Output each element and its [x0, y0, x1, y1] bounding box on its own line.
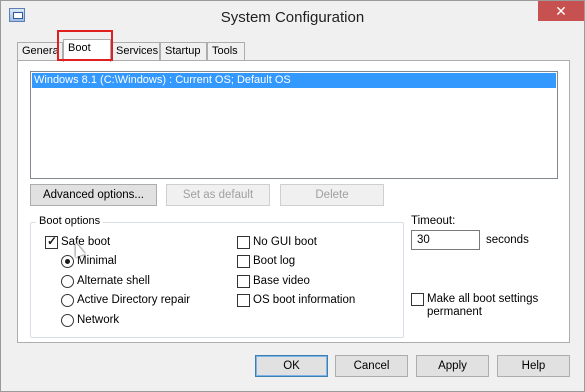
base-video-label[interactable]: Base video: [253, 275, 310, 287]
os-list[interactable]: Windows 8.1 (C:\Windows) : Current OS; D…: [30, 71, 558, 179]
alternate-shell-label[interactable]: Alternate shell: [77, 275, 150, 287]
tab-tools[interactable]: Tools: [207, 42, 245, 61]
timeout-input[interactable]: 30: [411, 230, 480, 250]
tab-services[interactable]: Services: [111, 42, 160, 61]
safe-boot-label[interactable]: Safe boot: [61, 236, 110, 248]
network-label[interactable]: Network: [77, 314, 119, 326]
boot-log-checkbox[interactable]: [237, 255, 250, 268]
active-directory-repair-radio[interactable]: [61, 294, 74, 307]
tab-general[interactable]: Genera: [17, 42, 63, 61]
active-directory-repair-label[interactable]: Active Directory repair: [77, 294, 190, 306]
boot-options-label: Boot options: [36, 215, 104, 227]
no-gui-boot-checkbox[interactable]: [237, 236, 250, 249]
system-configuration-window: System Configuration ✕ Genera Boot Servi…: [0, 0, 585, 392]
advanced-options-button[interactable]: Advanced options...: [30, 184, 157, 206]
no-gui-boot-label[interactable]: No GUI boot: [253, 236, 317, 248]
timeout-label: Timeout:: [411, 215, 456, 227]
ok-button[interactable]: OK: [255, 355, 328, 377]
safe-boot-checkbox[interactable]: [45, 234, 58, 249]
title-bar: System Configuration ✕: [1, 1, 584, 33]
os-entry-selected[interactable]: Windows 8.1 (C:\Windows) : Current OS; D…: [32, 73, 556, 88]
network-radio[interactable]: [61, 314, 74, 327]
set-as-default-button[interactable]: Set as default: [166, 184, 270, 206]
tab-boot[interactable]: Boot: [63, 39, 111, 62]
minimal-label[interactable]: Minimal: [77, 255, 117, 267]
apply-button[interactable]: Apply: [416, 355, 489, 377]
make-permanent-label-line1[interactable]: Make all boot settings: [427, 293, 538, 305]
help-button[interactable]: Help: [497, 355, 570, 377]
base-video-checkbox[interactable]: [237, 275, 250, 288]
os-boot-information-label[interactable]: OS boot information: [253, 294, 355, 306]
tab-startup[interactable]: Startup: [160, 42, 207, 61]
os-boot-information-checkbox[interactable]: [237, 294, 250, 307]
minimal-radio[interactable]: [61, 255, 74, 268]
timeout-unit-label: seconds: [486, 234, 529, 246]
cancel-button[interactable]: Cancel: [335, 355, 408, 377]
close-button[interactable]: ✕: [538, 1, 584, 21]
boot-log-label[interactable]: Boot log: [253, 255, 295, 267]
delete-button[interactable]: Delete: [280, 184, 384, 206]
window-title: System Configuration: [220, 9, 365, 26]
make-permanent-label-line2[interactable]: permanent: [427, 306, 482, 318]
alternate-shell-radio[interactable]: [61, 275, 74, 288]
make-permanent-checkbox[interactable]: [411, 293, 424, 306]
